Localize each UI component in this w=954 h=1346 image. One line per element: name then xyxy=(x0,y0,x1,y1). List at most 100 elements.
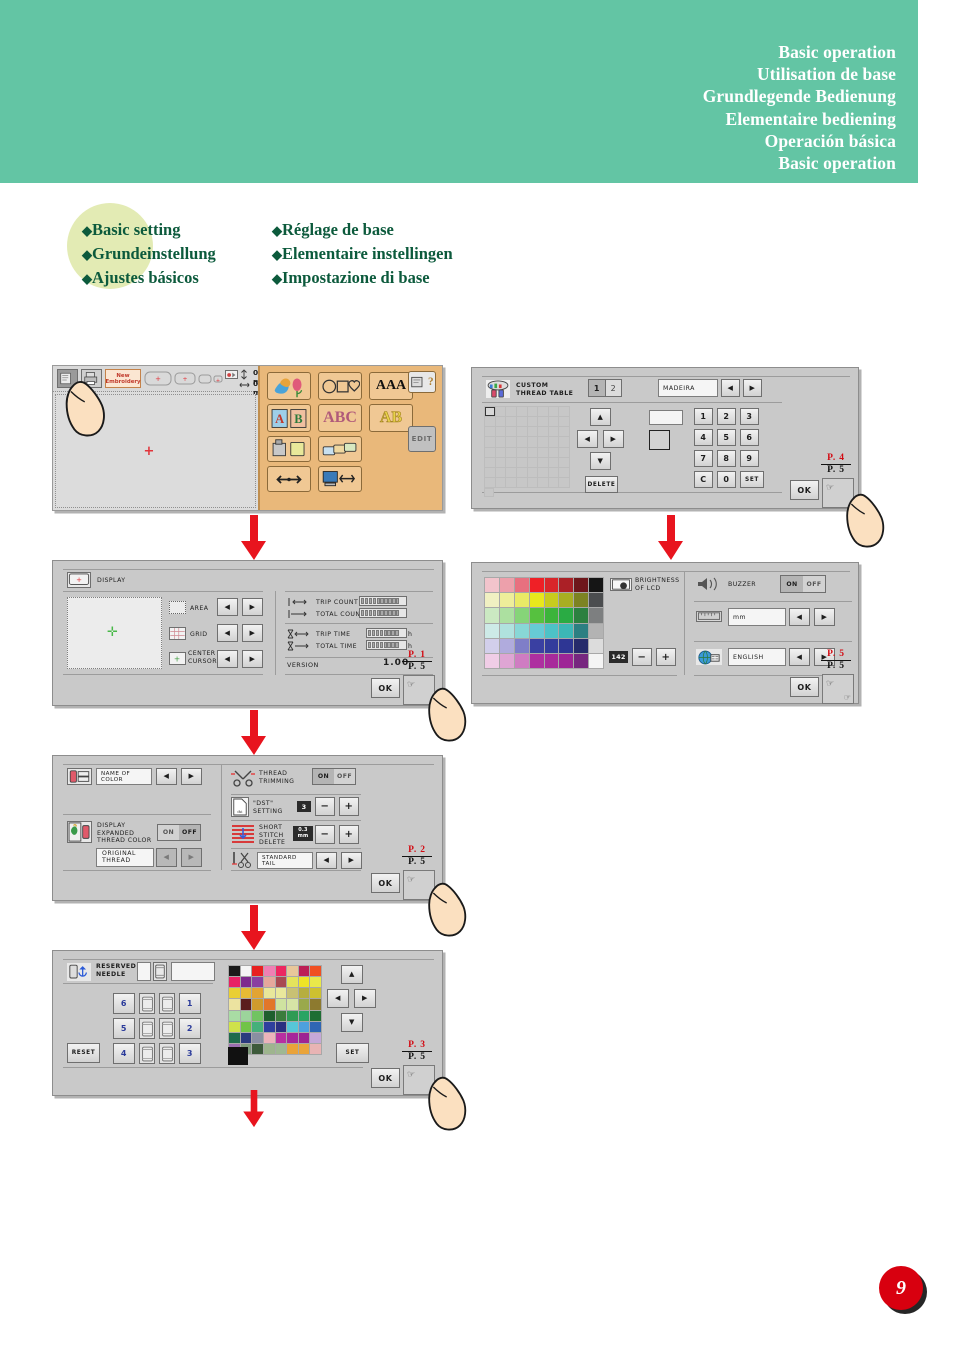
spool-slot-6a[interactable] xyxy=(139,993,155,1014)
thread-swatch[interactable] xyxy=(275,1010,287,1021)
thread-swatch[interactable] xyxy=(263,1043,275,1054)
name-of-color-next-button[interactable]: ▶ xyxy=(181,768,202,785)
short-stitch-decrease-button[interactable]: − xyxy=(315,825,335,844)
palette-swatch[interactable] xyxy=(485,653,499,668)
brand-next-button[interactable]: ▶ xyxy=(743,379,762,397)
thread-swatch[interactable] xyxy=(275,999,287,1010)
palette-swatch[interactable] xyxy=(544,623,559,638)
buzzer-off-option[interactable]: OFF xyxy=(803,576,825,592)
keypad-clear[interactable]: C xyxy=(694,471,713,488)
palette-swatch[interactable] xyxy=(514,593,529,608)
center-cursor-prev-button[interactable]: ◀ xyxy=(217,650,238,668)
unit-field[interactable]: mm xyxy=(728,608,786,626)
brightness-decrease-button[interactable]: − xyxy=(632,648,652,666)
thread-swatch-grid[interactable] xyxy=(484,406,570,488)
palette-swatch[interactable] xyxy=(589,638,603,653)
thread-swatch[interactable] xyxy=(310,988,321,999)
palette-swatch[interactable] xyxy=(499,623,514,638)
grid-prev-button[interactable]: ◀ xyxy=(217,624,238,642)
palette-swatch[interactable] xyxy=(499,578,514,593)
thread-swatch[interactable] xyxy=(275,1032,287,1043)
thread-swatch[interactable] xyxy=(240,1010,252,1021)
category-decorative-alphabet[interactable]: ABC xyxy=(318,404,362,432)
thread-swatch[interactable] xyxy=(275,1043,287,1054)
grid-left-button[interactable]: ◀ xyxy=(327,989,349,1008)
thread-swatch[interactable] xyxy=(229,1010,240,1021)
reset-button[interactable]: RESET xyxy=(67,1043,100,1063)
grid-right-button[interactable]: ▶ xyxy=(354,989,376,1008)
reserved-needle-name-field[interactable] xyxy=(171,962,215,981)
next-page-corner-button[interactable]: ☞ ☞ xyxy=(822,674,854,704)
ok-button[interactable]: OK xyxy=(790,480,819,500)
needle-1-button[interactable]: 1 xyxy=(179,993,201,1014)
ok-button[interactable]: OK xyxy=(371,873,400,893)
original-thread-prev-button[interactable]: ◀ xyxy=(156,848,177,867)
thread-swatch[interactable] xyxy=(252,966,263,977)
palette-swatch[interactable] xyxy=(589,623,603,638)
thread-swatch[interactable] xyxy=(263,1010,275,1021)
thread-swatch[interactable] xyxy=(252,1032,263,1043)
palette-swatch[interactable] xyxy=(559,623,574,638)
needle-3-button[interactable]: 3 xyxy=(179,1043,201,1064)
palette-swatch[interactable] xyxy=(559,593,574,608)
palette-swatch[interactable] xyxy=(544,653,559,668)
thread-swatch[interactable] xyxy=(298,1021,310,1032)
grid-up-button[interactable]: ▲ xyxy=(341,965,363,984)
thread-swatch[interactable] xyxy=(229,988,240,999)
thread-swatch-extra[interactable] xyxy=(484,488,494,497)
buzzer-toggle[interactable]: ON OFF xyxy=(780,575,826,593)
expanded-off-option[interactable]: OFF xyxy=(179,825,200,840)
thread-swatch[interactable] xyxy=(275,988,287,999)
palette-swatch[interactable] xyxy=(574,623,589,638)
needle-5-button[interactable]: 5 xyxy=(113,1018,135,1039)
edit-button[interactable]: EDIT xyxy=(408,426,436,452)
palette-swatch[interactable] xyxy=(589,578,603,593)
language-field[interactable]: ENGLISH xyxy=(728,648,786,666)
thread-swatch[interactable] xyxy=(287,1021,298,1032)
keypad-8[interactable]: 8 xyxy=(717,450,736,467)
thread-swatch[interactable] xyxy=(252,977,263,988)
palette-swatch[interactable] xyxy=(499,653,514,668)
category-outline-alphabet[interactable]: AB xyxy=(369,404,413,432)
thread-swatch[interactable] xyxy=(263,999,275,1010)
thread-swatch[interactable] xyxy=(252,999,263,1010)
ok-button[interactable]: OK xyxy=(371,1068,400,1088)
buzzer-on-option[interactable]: ON xyxy=(781,576,803,592)
thread-swatch[interactable] xyxy=(229,999,240,1010)
original-thread-next-button[interactable]: ▶ xyxy=(181,848,202,867)
thread-swatch[interactable] xyxy=(298,999,310,1010)
palette-swatch[interactable] xyxy=(574,578,589,593)
thread-trimming-toggle[interactable]: ON OFF xyxy=(312,768,356,785)
thread-swatch[interactable] xyxy=(240,1032,252,1043)
standard-tail-prev-button[interactable]: ◀ xyxy=(316,852,337,869)
new-embroidery-button[interactable]: New Embroidery xyxy=(105,369,141,388)
thread-swatch[interactable] xyxy=(298,1043,310,1054)
palette-swatch[interactable] xyxy=(485,608,499,623)
thread-swatch[interactable] xyxy=(240,999,252,1010)
category-monogram-patterns[interactable]: AB xyxy=(267,404,311,432)
language-prev-button[interactable]: ◀ xyxy=(789,648,810,666)
keypad-9[interactable]: 9 xyxy=(740,450,759,467)
keypad-6[interactable]: 6 xyxy=(740,429,759,446)
category-card-memory[interactable] xyxy=(318,436,362,462)
home-design-area[interactable]: New Embroidery + + + 0 mm 0 mm xyxy=(53,366,269,510)
thread-swatch[interactable] xyxy=(310,1010,321,1021)
spool-slot-3a[interactable] xyxy=(159,1043,175,1064)
thread-swatch[interactable] xyxy=(310,966,321,977)
spool-slot-2a[interactable] xyxy=(159,1018,175,1039)
expanded-on-option[interactable]: ON xyxy=(158,825,179,840)
thread-swatch[interactable] xyxy=(229,1021,240,1032)
dst-increase-button[interactable]: + xyxy=(339,797,359,816)
thread-swatch[interactable] xyxy=(252,988,263,999)
keypad-5[interactable]: 5 xyxy=(717,429,736,446)
dst-decrease-button[interactable]: − xyxy=(315,797,335,816)
palette-swatch[interactable] xyxy=(499,608,514,623)
palette-swatch[interactable] xyxy=(589,653,603,668)
name-of-color-prev-button[interactable]: ◀ xyxy=(156,768,177,785)
thread-swatch[interactable] xyxy=(287,999,298,1010)
palette-swatch[interactable] xyxy=(514,623,529,638)
category-embroidery-patterns[interactable] xyxy=(267,372,311,400)
short-stitch-increase-button[interactable]: + xyxy=(339,825,359,844)
brightness-increase-button[interactable]: + xyxy=(656,648,676,666)
palette-swatch[interactable] xyxy=(485,638,499,653)
